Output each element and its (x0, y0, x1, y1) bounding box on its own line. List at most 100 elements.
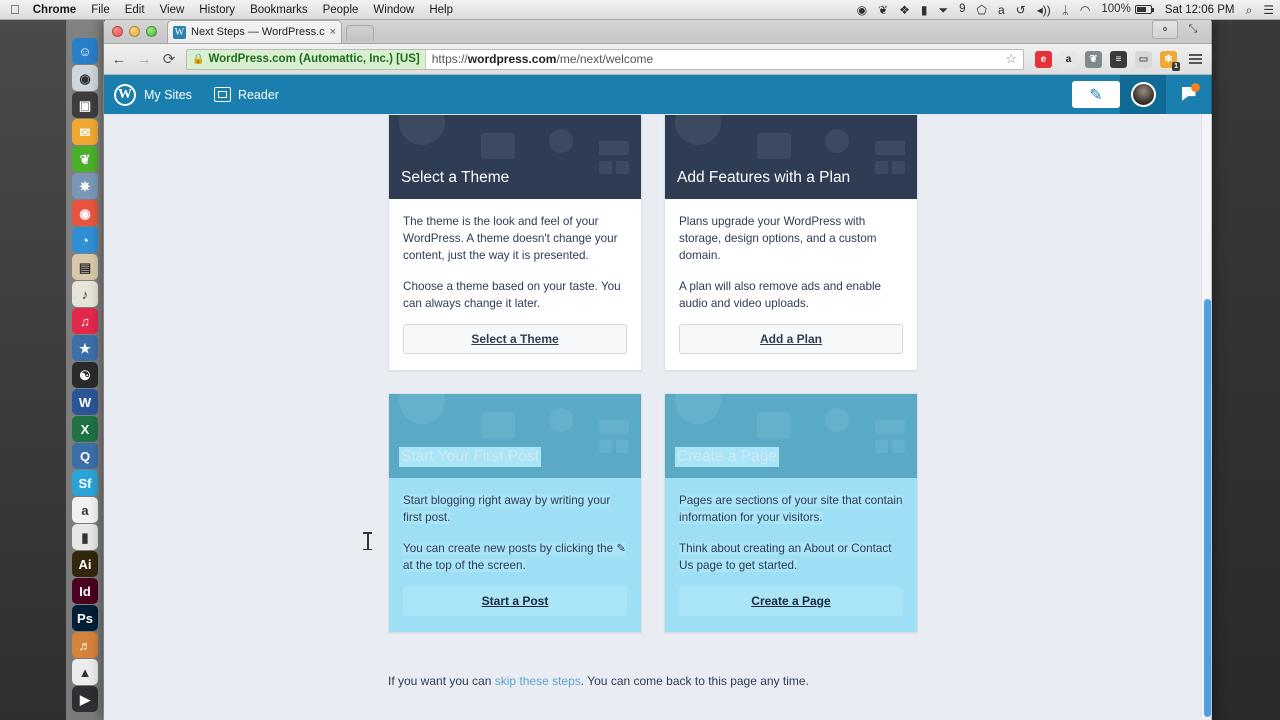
wordpress-logo-icon[interactable]: W (114, 83, 136, 106)
dock-network[interactable]: ✵ (72, 173, 98, 199)
masthead-reader[interactable]: Reader (213, 87, 279, 102)
clock[interactable]: Sat 12:06 PM (1165, 4, 1235, 16)
battery-icon[interactable] (1134, 5, 1154, 14)
dock-launchpad[interactable]: ◉ (72, 65, 98, 91)
notification-center-icon[interactable]: ☰ (1263, 4, 1274, 16)
desktop-left-strip (0, 20, 66, 720)
screen-record-icon[interactable]: ◉ (857, 4, 867, 16)
dock-ibooks[interactable]: ▮ (72, 524, 98, 550)
header-decoration-icon (399, 394, 445, 424)
stats-icon[interactable]: ⏷ (938, 4, 948, 16)
dock-excel[interactable]: X (72, 416, 98, 442)
dock-finalcut[interactable]: ▶ (72, 686, 98, 712)
menu-history[interactable]: History (199, 4, 235, 16)
card-body: Start blogging right away by writing you… (389, 478, 641, 574)
ebay-extension-icon[interactable]: e (1035, 50, 1052, 68)
menu-window[interactable]: Window (373, 4, 414, 16)
header-decoration-icon (549, 408, 573, 432)
dock-notes[interactable]: ▤ (72, 254, 98, 280)
new-post-button[interactable]: ✎ (1072, 81, 1120, 108)
notifications-button[interactable] (1166, 75, 1212, 114)
bookmark-icon[interactable]: ▮ (921, 4, 928, 16)
header-decoration-icon (825, 129, 849, 153)
text-cursor (363, 532, 372, 550)
fullscreen-icon[interactable]: ⤡ (1180, 20, 1206, 39)
bookmark-star-icon[interactable]: ☆ (999, 51, 1023, 67)
menu-people[interactable]: People (323, 4, 359, 16)
tab-title: Next Steps — WordPress.c (191, 26, 325, 38)
dock-quicktime[interactable]: Q (72, 443, 98, 469)
new-tab-button[interactable] (346, 25, 375, 41)
dock-word[interactable]: W (72, 389, 98, 415)
search-icon[interactable]: ⌕ (1246, 4, 1253, 16)
dock-skitch[interactable]: ☯ (72, 362, 98, 388)
dock-indesign[interactable]: Id (72, 578, 98, 604)
bright-extension-icon[interactable]: ✻ 1 (1160, 50, 1180, 71)
menu-help[interactable]: Help (429, 4, 453, 16)
menu-edit[interactable]: Edit (125, 4, 145, 16)
maximize-window-button[interactable] (146, 26, 157, 37)
site-security-badge[interactable]: 🔒 WordPress.com (Automattic, Inc.) [US] (187, 49, 426, 69)
dock-evernote[interactable]: ❦ (72, 146, 98, 172)
evernote-icon[interactable]: ❦ (878, 4, 888, 16)
card-action-button-select-a-theme[interactable]: Select a Theme (403, 324, 627, 354)
dock-safari[interactable]: ◔ (72, 227, 98, 253)
chrome-menu-button[interactable] (1186, 54, 1205, 64)
card-action-button-start-your-first-post[interactable]: Start a Post (403, 586, 627, 616)
menu-file[interactable]: File (91, 4, 110, 16)
avatar (1130, 82, 1156, 107)
reload-button[interactable]: ⟳ (161, 50, 177, 68)
forward-button[interactable]: → (136, 51, 152, 68)
menu-view[interactable]: View (160, 4, 185, 16)
masthead-my-sites[interactable]: My Sites (144, 88, 192, 102)
card-action-button-create-a-page[interactable]: Create a Page (679, 586, 903, 616)
shield-icon[interactable]: ⬠ (977, 4, 987, 16)
browser-tab[interactable]: W Next Steps — WordPress.c × (167, 20, 343, 43)
dock-sf[interactable]: Sf (72, 470, 98, 496)
chrome-window: W Next Steps — WordPress.c × ⚬ ⤡ ← → ⟳ 🔒… (104, 18, 1212, 720)
buffer-extension-icon[interactable]: ≡ (1110, 50, 1127, 68)
card-paragraph-text: You can create new posts by clicking the… (403, 542, 627, 572)
volume-icon[interactable]: ◂)) (1037, 4, 1051, 16)
bluetooth-icon[interactable]: ᛦ (1062, 4, 1069, 16)
url-host: wordpress.com (467, 52, 557, 66)
dock-acrobat[interactable]: ▲ (72, 659, 98, 685)
dock-terminal[interactable]: ▣ (72, 92, 98, 118)
close-window-button[interactable] (112, 26, 123, 37)
amazon-extension-icon[interactable]: a (1060, 50, 1077, 68)
dock-mail[interactable]: ✉ (72, 119, 98, 145)
dock-itunes[interactable]: ♫ (72, 308, 98, 334)
extension-badge: 1 (1172, 61, 1180, 71)
dock-alfred[interactable]: a (72, 497, 98, 523)
minimize-window-button[interactable] (129, 26, 140, 37)
evernote-extension-icon[interactable]: ❦ (1085, 50, 1102, 68)
skip-these-steps-link[interactable]: skip these steps (495, 674, 581, 688)
dock-illustrator[interactable]: Ai (72, 551, 98, 577)
alfred-icon[interactable]: a (998, 4, 1005, 16)
menu-bookmarks[interactable]: Bookmarks (250, 4, 308, 16)
account-menu-button[interactable] (1120, 75, 1166, 114)
card-paragraph: A plan will also remove ads and enable a… (679, 278, 903, 312)
cast-extension-icon[interactable]: ▭ (1135, 50, 1152, 68)
scrollbar-thumb[interactable] (1204, 299, 1211, 717)
wifi-icon[interactable]: ◠ (1080, 4, 1090, 16)
card-title: Select a Theme (401, 169, 510, 186)
dock-chrome[interactable]: ◉ (72, 200, 98, 226)
dock-garageband[interactable]: ♬ (72, 632, 98, 658)
dock-garageband-old[interactable]: ♪ (72, 281, 98, 307)
dropbox-icon[interactable]: ❖ (899, 4, 910, 16)
profile-icon[interactable]: ⚬ (1152, 20, 1178, 39)
card-body: Pages are sections of your site that con… (665, 478, 917, 574)
back-button[interactable]: ← (111, 51, 127, 68)
menu-app-name[interactable]: Chrome (33, 4, 76, 16)
close-tab-icon[interactable]: × (330, 26, 336, 38)
card-action-button-add-features-with-a-plan[interactable]: Add a Plan (679, 324, 903, 354)
time-machine-icon[interactable]: ↺ (1016, 4, 1026, 16)
card-header: Add Features with a Plan (665, 115, 917, 199)
dock-finder[interactable]: ☺ (72, 38, 98, 64)
dock-imovie[interactable]: ★ (72, 335, 98, 361)
header-decoration-icon (481, 412, 515, 438)
dock-photoshop[interactable]: Ps (72, 605, 98, 631)
apple-menu-icon[interactable]:  (10, 3, 20, 16)
address-bar[interactable]: 🔒 WordPress.com (Automattic, Inc.) [US] … (186, 48, 1024, 70)
